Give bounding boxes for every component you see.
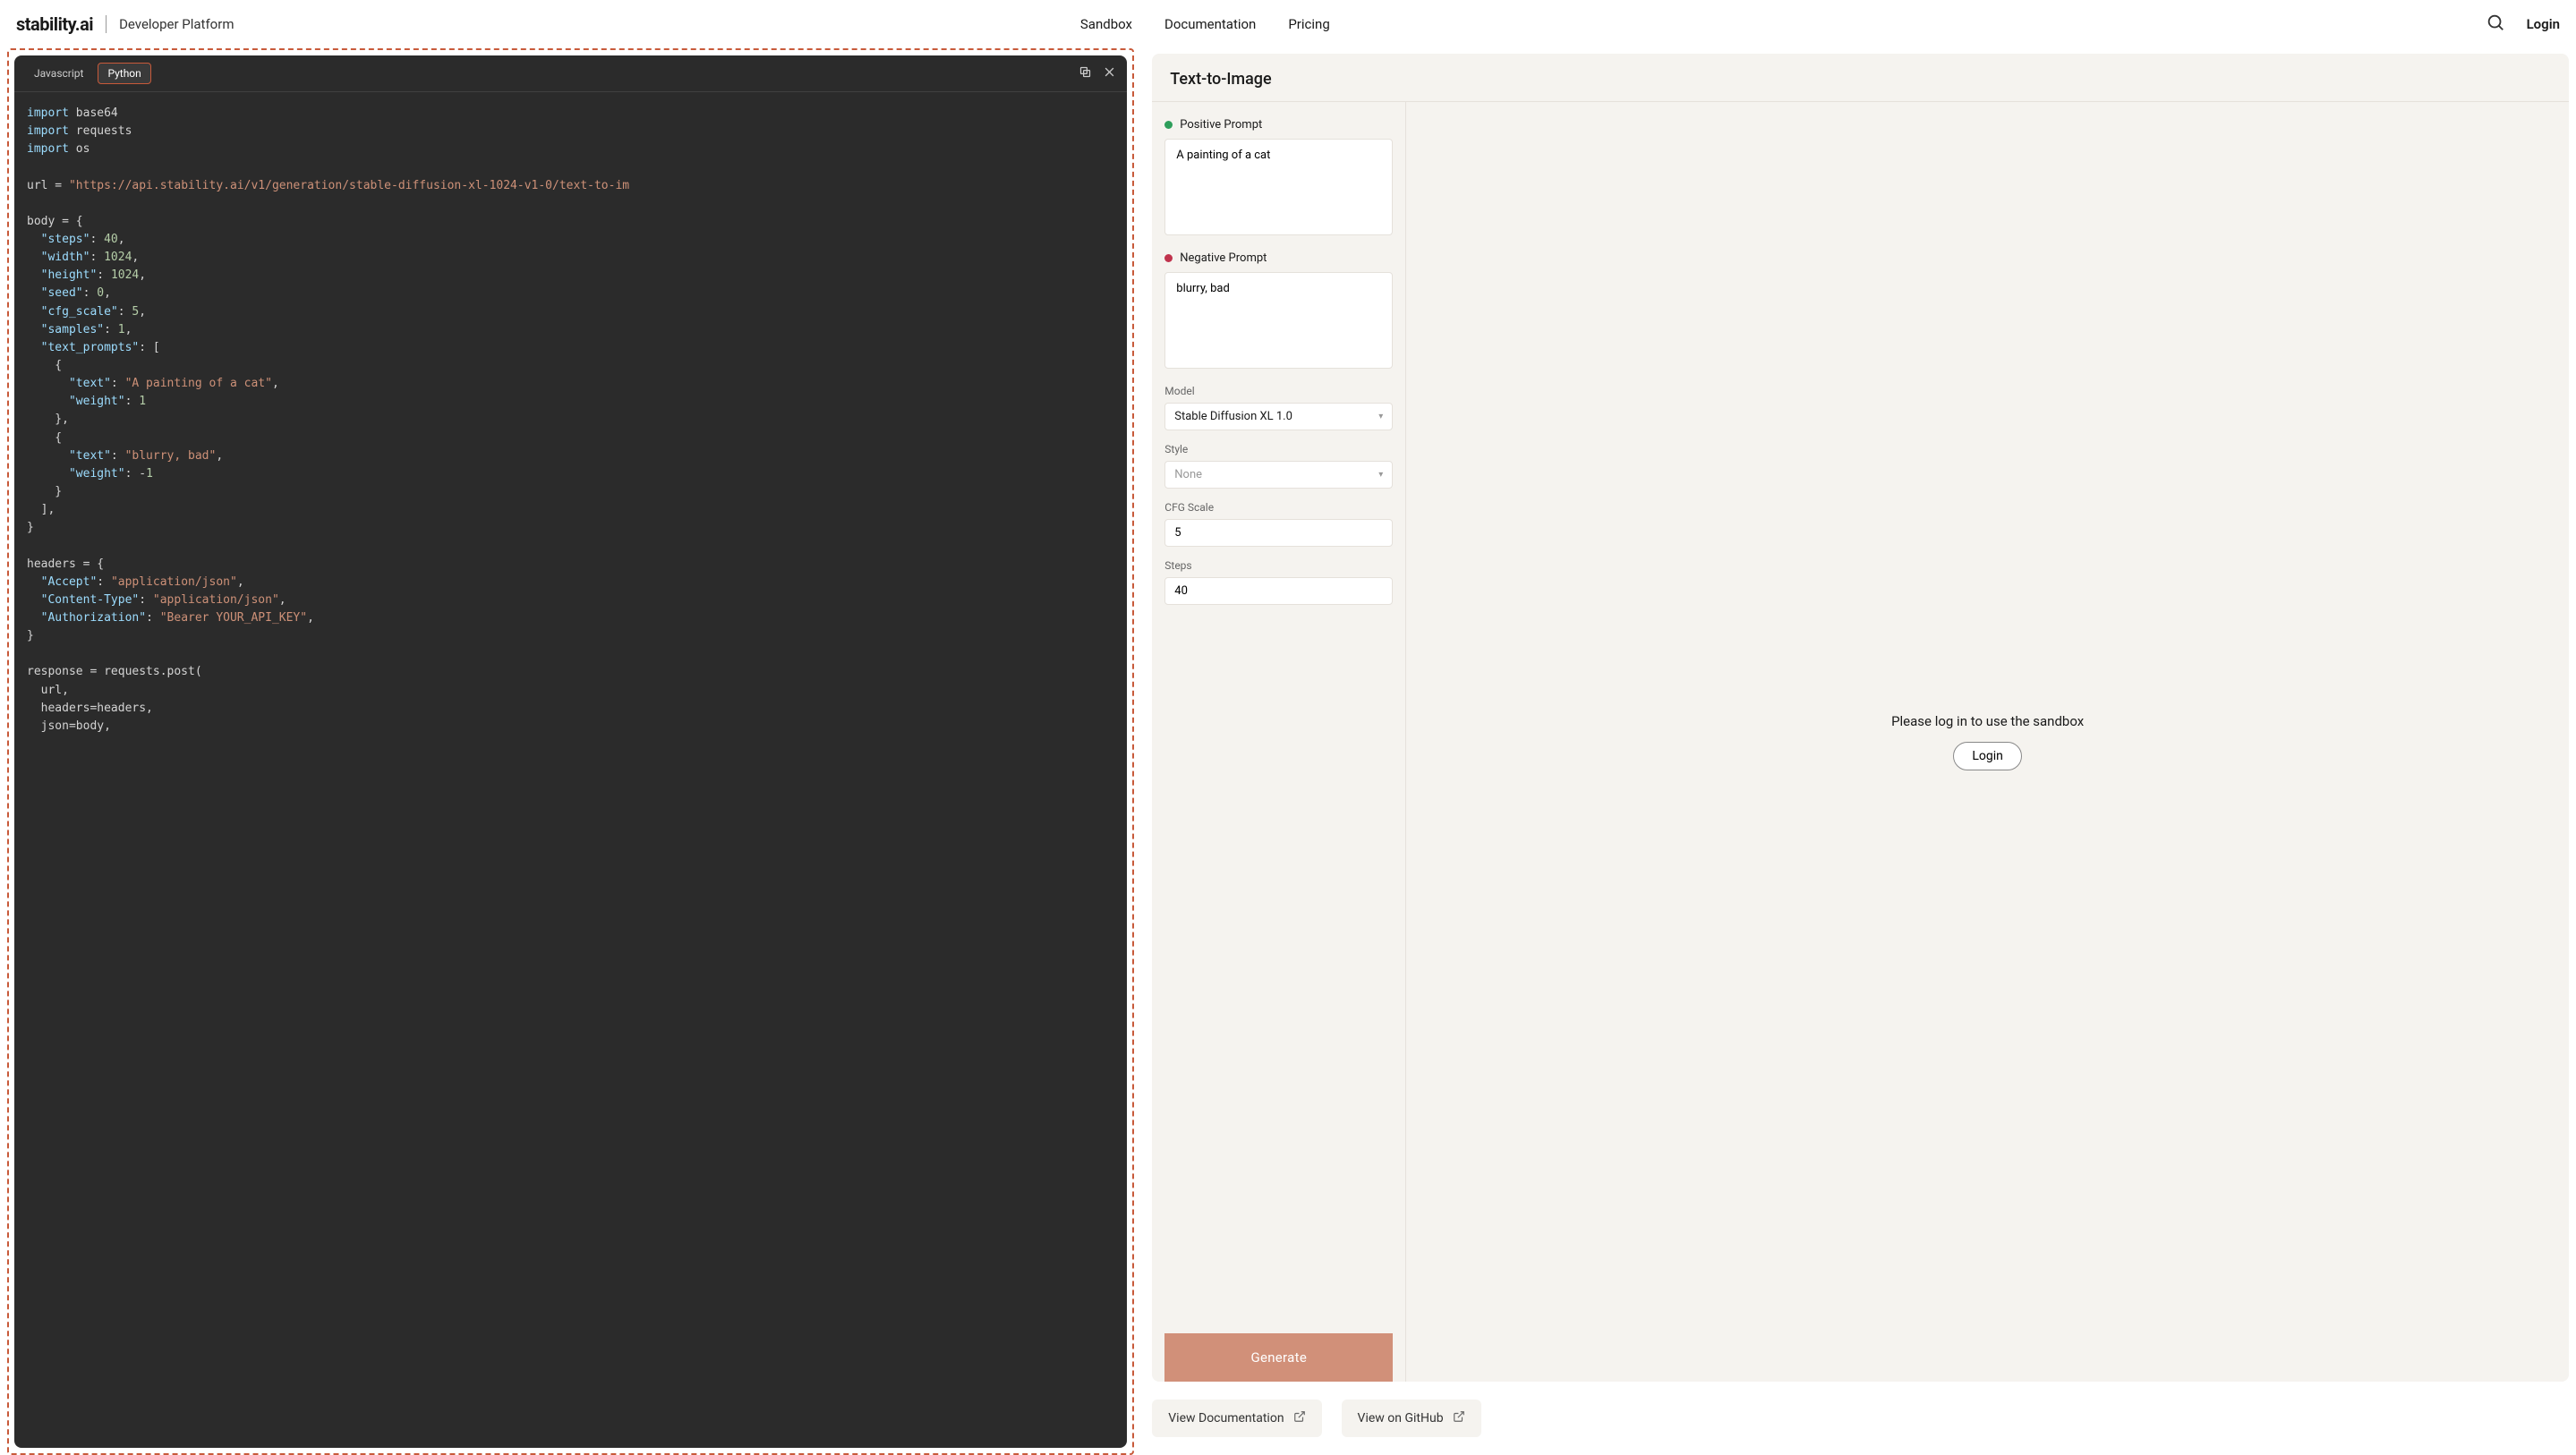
model-value: Stable Diffusion XL 1.0 xyxy=(1174,410,1292,423)
top-nav: Sandbox Documentation Pricing xyxy=(812,16,1330,32)
right-column: Text-to-Image Positive Prompt Negative P… xyxy=(1152,48,2569,1455)
bottom-links: View Documentation View on GitHub xyxy=(1152,1382,2569,1455)
chevron-down-icon: ▾ xyxy=(1378,412,1383,421)
logo-divider xyxy=(106,15,107,33)
code-header: Javascript Python xyxy=(14,55,1127,92)
view-documentation-link[interactable]: View Documentation xyxy=(1152,1400,1321,1437)
header: stability.ai Developer Platform Sandbox … xyxy=(0,0,2576,48)
nav-documentation[interactable]: Documentation xyxy=(1164,16,1256,32)
form-column: Positive Prompt Negative Prompt Model St… xyxy=(1152,102,1406,1382)
card-body: Positive Prompt Negative Prompt Model St… xyxy=(1152,101,2569,1382)
external-link-icon xyxy=(1293,1410,1306,1426)
cfg-scale-input[interactable] xyxy=(1164,519,1393,547)
code-body[interactable]: import base64 import requests import os … xyxy=(14,92,1127,1448)
nav-sandbox[interactable]: Sandbox xyxy=(1080,16,1132,32)
copy-icon[interactable] xyxy=(1079,65,1092,82)
external-link-icon xyxy=(1453,1410,1465,1426)
model-label: Model xyxy=(1164,385,1393,397)
close-icon[interactable] xyxy=(1103,65,1116,82)
login-link[interactable]: Login xyxy=(2527,16,2560,32)
model-select[interactable]: Stable Diffusion XL 1.0 ▾ xyxy=(1164,403,1393,430)
negative-prompt-label: Negative Prompt xyxy=(1164,251,1393,265)
tab-python[interactable]: Python xyxy=(98,63,150,84)
tab-javascript[interactable]: Javascript xyxy=(25,64,92,83)
sandbox-card: Text-to-Image Positive Prompt Negative P… xyxy=(1152,54,2569,1382)
logo[interactable]: stability.ai xyxy=(16,13,93,35)
style-select[interactable]: None ▾ xyxy=(1164,461,1393,489)
header-right: Login xyxy=(2486,13,2560,36)
positive-prompt-input[interactable] xyxy=(1164,139,1393,235)
logo-text: stability.ai xyxy=(16,13,93,35)
generate-button[interactable]: Generate xyxy=(1164,1333,1393,1382)
code-actions xyxy=(1079,65,1116,82)
code-highlight-frame: Javascript Python import base64 import r… xyxy=(7,48,1134,1455)
cfg-label: CFG Scale xyxy=(1164,501,1393,514)
view-github-link[interactable]: View on GitHub xyxy=(1342,1400,1481,1437)
dot-red-icon xyxy=(1164,254,1173,262)
card-title: Text-to-Image xyxy=(1152,54,2569,101)
style-value: None xyxy=(1174,468,1202,481)
preview-column: Please log in to use the sandbox Login xyxy=(1406,102,2569,1382)
preview-message: Please log in to use the sandbox xyxy=(1891,713,2084,729)
main-layout: Javascript Python import base64 import r… xyxy=(0,48,2576,1455)
steps-label: Steps xyxy=(1164,559,1393,572)
nav-pricing[interactable]: Pricing xyxy=(1288,16,1329,32)
negative-prompt-input[interactable] xyxy=(1164,272,1393,369)
platform-label: Developer Platform xyxy=(119,16,234,32)
search-icon[interactable] xyxy=(2486,13,2505,36)
dot-green-icon xyxy=(1164,121,1173,129)
preview-login-button[interactable]: Login xyxy=(1953,742,2022,770)
code-panel: Javascript Python import base64 import r… xyxy=(14,55,1127,1448)
chevron-down-icon: ▾ xyxy=(1378,470,1383,480)
positive-prompt-label: Positive Prompt xyxy=(1164,118,1393,132)
steps-input[interactable] xyxy=(1164,577,1393,605)
style-label: Style xyxy=(1164,443,1393,455)
